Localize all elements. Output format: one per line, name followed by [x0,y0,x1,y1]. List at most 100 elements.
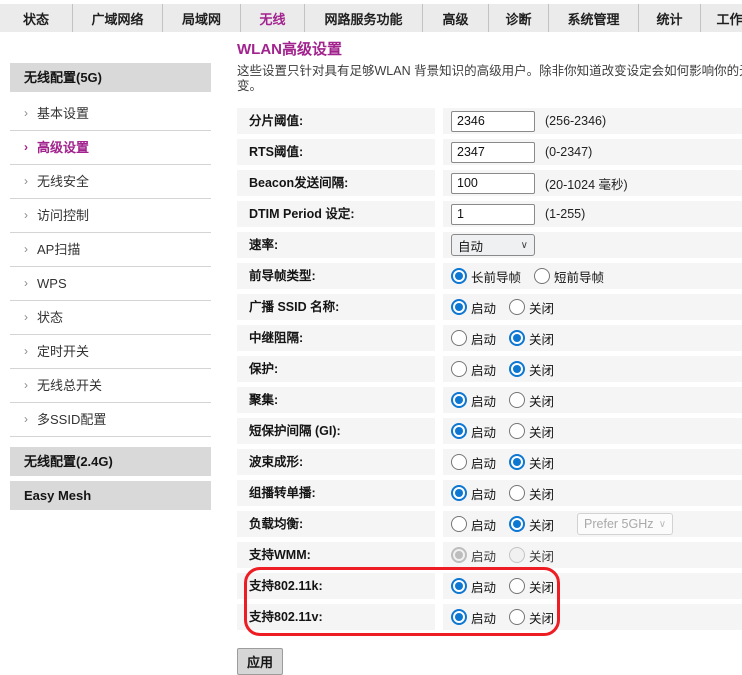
form-row-5: 速率:自动∨ [237,232,742,258]
sidebar-item-10[interactable]: › 多SSID配置 [10,403,211,437]
rate-select[interactable]: 自动 ∨ [451,234,535,256]
radio-option-label[interactable]: 启动 [471,298,496,317]
nav-tab-2[interactable]: 广域网络 [72,4,162,32]
nav-tab-8[interactable]: 系统管理 [548,4,638,32]
row-hint: (1-255) [545,207,585,221]
radio-option-1[interactable] [451,392,467,408]
top-nav: 状态广域网络局域网无线网路服务功能高级诊断系统管理统计工作 [0,4,742,32]
radio-option-1[interactable] [451,516,467,532]
radio-option-1[interactable] [451,609,467,625]
radio-option-label[interactable]: 启动 [471,391,496,410]
radio-option-label[interactable]: 关闭 [529,329,554,348]
form-row-8: 中继阻隔: 启动 关闭 [237,325,742,351]
sidebar-section-header-1[interactable]: 无线配置(5G) [10,63,211,92]
nav-tab-5[interactable]: 网路服务功能 [304,4,422,32]
prefer-band-select-value: Prefer 5GHz [584,517,653,531]
sidebar-section-header-2[interactable]: 无线配置(2.4G) [10,447,211,476]
nav-tab-7[interactable]: 诊断 [488,4,548,32]
row-label: 广播 SSID 名称: [237,294,435,320]
sidebar-item-9[interactable]: ›无线总开关 [10,369,211,403]
radio-option-label[interactable]: 关闭 [529,453,554,472]
radio-option-2[interactable] [509,392,525,408]
chevron-right-icon: › [24,199,28,232]
form-row-14: 负载均衡:启动关闭Prefer 5GHz∨ [237,511,742,537]
nav-tab-6[interactable]: 高级 [422,4,488,32]
row-value: 启动 关闭 [443,387,742,413]
radio-option-2[interactable] [509,516,525,532]
nav-tab-1[interactable]: 状态 [0,4,72,32]
radio-option-label[interactable]: 关闭 [529,577,554,596]
row-input[interactable] [451,173,535,194]
radio-option-label[interactable]: 关闭 [529,608,554,627]
radio-option-label[interactable]: 启动 [471,453,496,472]
radio-option-2[interactable] [509,485,525,501]
sidebar-item-5[interactable]: ›AP扫描 [10,233,211,267]
row-input[interactable] [451,111,535,132]
sidebar-section-header-3[interactable]: Easy Mesh [10,481,211,510]
radio-option-label[interactable]: 启动 [471,577,496,596]
sidebar-item-list: ›基本设置›高级设置›无线安全›访问控制›AP扫描›WPS›状态›定时开关›无线… [10,97,211,437]
chevron-down-icon: ∨ [659,519,666,530]
radio-group: 启动 关闭 [451,453,567,472]
radio-option-1[interactable] [451,485,467,501]
row-label: 中继阻隔: [237,325,435,351]
radio-option-1[interactable] [451,454,467,470]
sidebar-item-6[interactable]: ›WPS [10,267,211,301]
radio-option-label[interactable]: 长前导帧 [471,267,521,286]
chevron-right-icon: › [24,403,28,436]
sidebar-item-label: 多SSID配置 [37,403,106,436]
radio-option-label[interactable]: 启动 [471,515,496,534]
radio-option-label: 关闭 [529,546,554,565]
chevron-right-icon: › [24,131,28,164]
chevron-down-icon: ∨ [521,240,528,251]
radio-option-2[interactable] [509,454,525,470]
row-input[interactable] [451,142,535,163]
radio-option-2[interactable] [509,609,525,625]
sidebar-item-2[interactable]: › 高级设置 [10,131,211,165]
radio-option-label[interactable]: 启动 [471,329,496,348]
radio-option-1[interactable] [451,268,467,284]
sidebar-item-7[interactable]: ›状态 [10,301,211,335]
row-input[interactable] [451,204,535,225]
form-row-11: 短保护间隔 (GI):启动关闭 [237,418,742,444]
radio-option-2[interactable] [534,268,550,284]
radio-option-label[interactable]: 启动 [471,608,496,627]
row-hint: (256-2346) [545,114,606,128]
radio-option-label[interactable]: 关闭 [529,298,554,317]
radio-option-label[interactable]: 启动 [471,422,496,441]
sidebar-item-label: 无线总开关 [37,369,102,402]
radio-option-1[interactable] [451,299,467,315]
apply-button[interactable]: 应用 [237,648,283,675]
page-title: WLAN高级设置 [237,38,742,59]
sidebar-item-4[interactable]: ›访问控制 [10,199,211,233]
settings-form: 分片阈值:(256-2346)RTS阈值:(0-2347)Beacon发送间隔:… [237,108,742,630]
nav-tab-3[interactable]: 局域网 [162,4,240,32]
radio-option-2[interactable] [509,330,525,346]
radio-option-2[interactable] [509,423,525,439]
radio-option-1[interactable] [451,578,467,594]
nav-tab-9[interactable]: 统计 [638,4,700,32]
radio-option-label[interactable]: 关闭 [529,422,554,441]
nav-tab-10[interactable]: 工作 [700,4,742,32]
radio-option-label[interactable]: 关闭 [529,484,554,503]
radio-option-label[interactable]: 启动 [471,360,496,379]
sidebar-item-label: 高级设置 [37,131,89,164]
sidebar-item-8[interactable]: ›定时开关 [10,335,211,369]
radio-option-1[interactable] [451,361,467,377]
sidebar-item-1[interactable]: ›基本设置 [10,97,211,131]
radio-option-label[interactable]: 短前导帧 [554,267,604,286]
radio-option-label[interactable]: 关闭 [529,391,554,410]
radio-option-2[interactable] [509,361,525,377]
radio-option-label[interactable]: 启动 [471,484,496,503]
radio-option-label[interactable]: 关闭 [529,515,554,534]
radio-option-2[interactable] [509,578,525,594]
form-row-13: 组播转单播:启动关闭 [237,480,742,506]
rate-select-value: 自动 [458,236,483,255]
nav-tab-4[interactable]: 无线 [240,4,304,32]
radio-option-label[interactable]: 关闭 [529,360,554,379]
radio-option-1[interactable] [451,423,467,439]
radio-option-2[interactable] [509,299,525,315]
row-value: 启动 关闭 [443,480,742,506]
radio-option-1[interactable] [451,330,467,346]
sidebar-item-3[interactable]: ›无线安全 [10,165,211,199]
